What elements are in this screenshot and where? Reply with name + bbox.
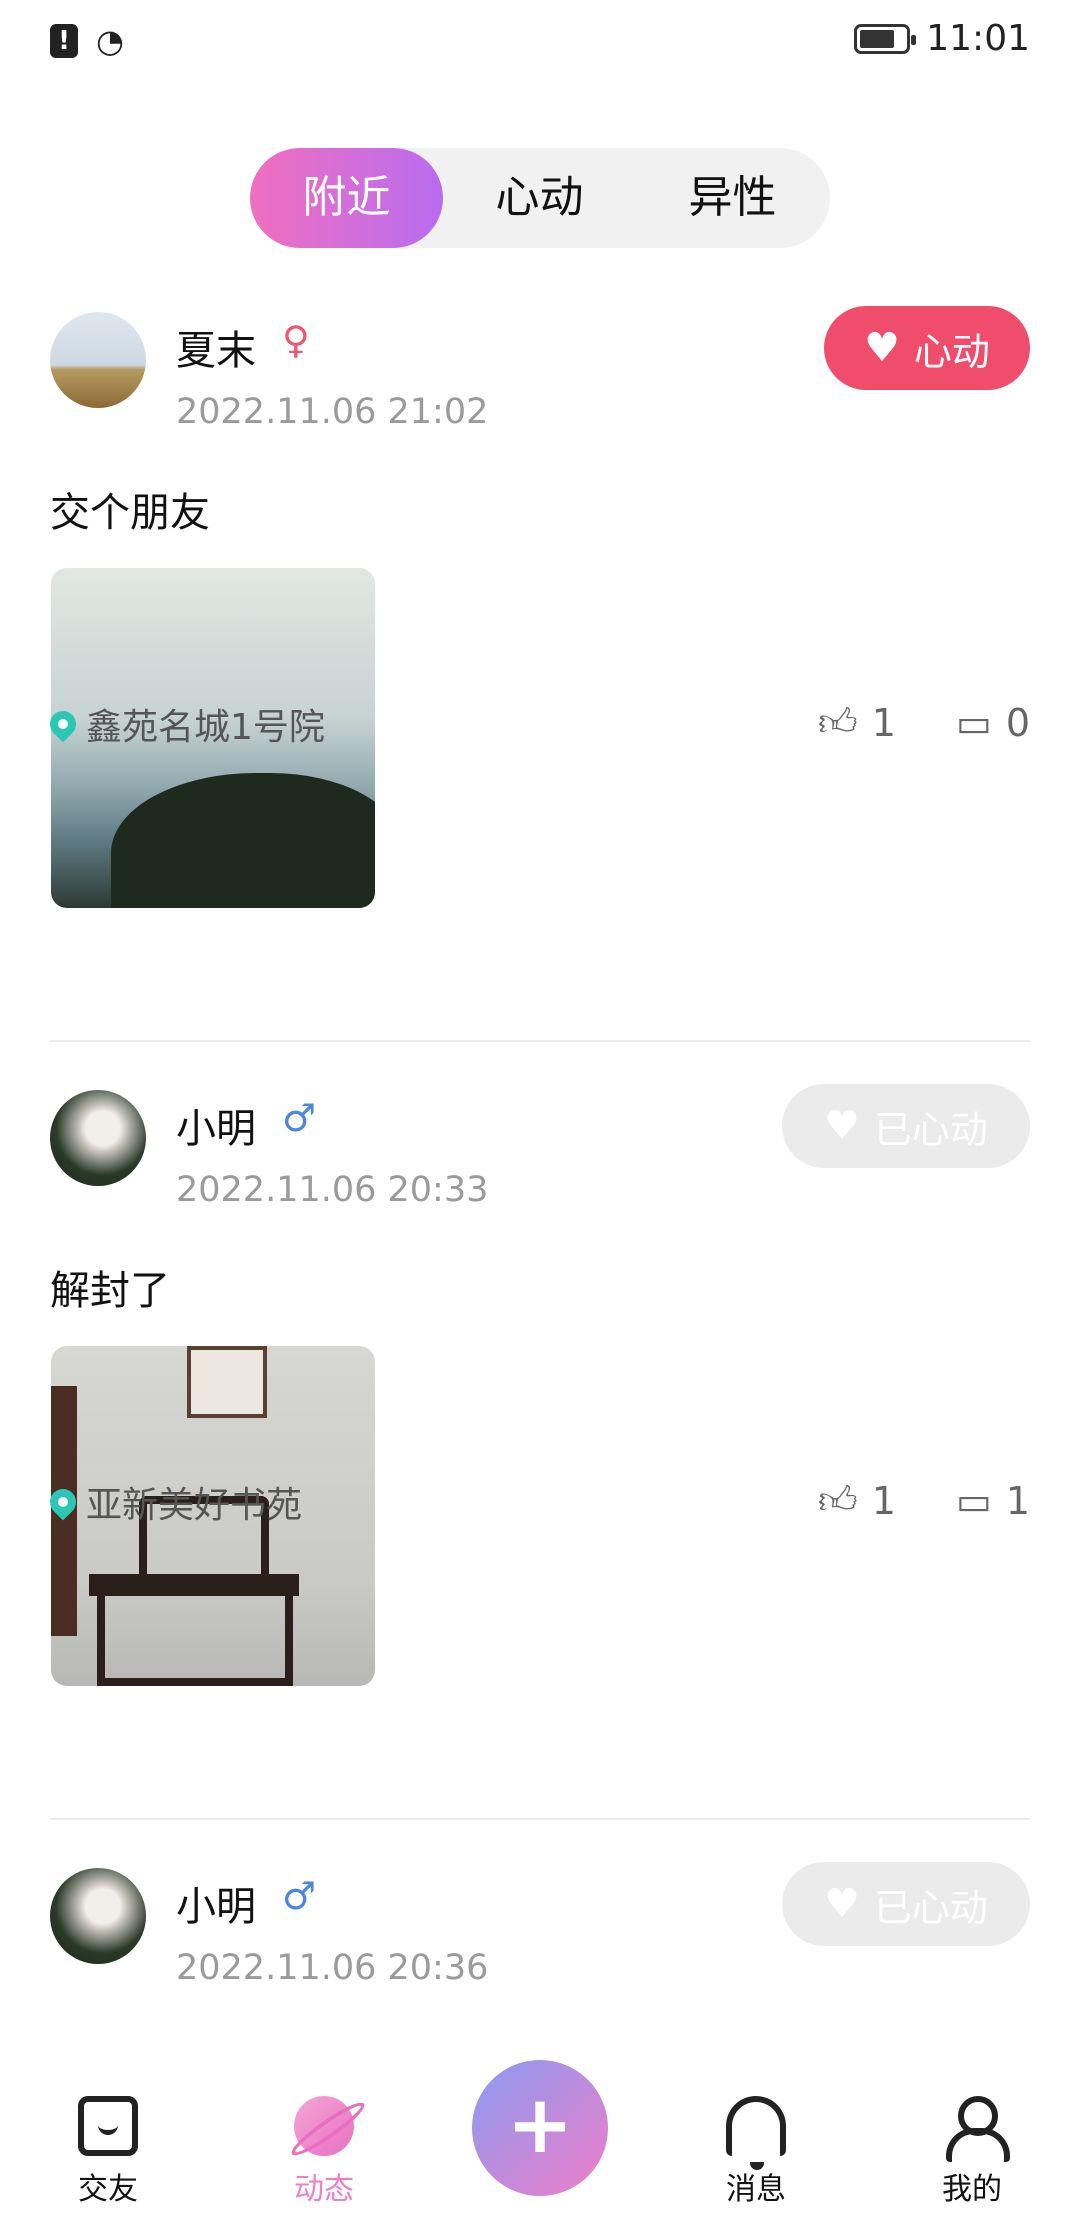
comment-count: 0 [1005, 701, 1030, 745]
post-time: 2022.11.06 20:33 [176, 1170, 489, 1210]
comment-icon: ▭ [955, 701, 992, 745]
user-name[interactable]: 小明 [176, 1874, 256, 1932]
heart-icon: ♥ [864, 325, 900, 371]
male-icon: ♂ [282, 1874, 317, 1918]
post-location[interactable]: 鑫苑名城1号院 [44, 698, 325, 750]
heart-icon: ♥ [824, 1103, 860, 1149]
location-text: 鑫苑名城1号院 [86, 707, 325, 748]
location-pin-icon [44, 1483, 82, 1521]
tab-heartbeat[interactable]: 心动 [443, 148, 636, 248]
avatar[interactable] [50, 312, 146, 408]
status-time: 11:01 [926, 18, 1030, 59]
alert-icon: ! [50, 24, 78, 58]
nav-label: 我的 [942, 2172, 1002, 2207]
nav-item-me[interactable]: 我的 [902, 2096, 1042, 2208]
tab-nearby[interactable]: 附近 [250, 148, 443, 248]
user-name[interactable]: 夏末 [176, 318, 256, 376]
battery-icon [854, 23, 917, 54]
nav-item-moments[interactable]: 动态 [254, 2096, 394, 2208]
female-icon: ♀ [282, 318, 310, 362]
nav-label: 动态 [294, 2172, 354, 2207]
thumbs-up-icon: 👍︎ [818, 700, 858, 744]
location-pin-icon [44, 705, 82, 743]
comment-count: 1 [1005, 1479, 1030, 1523]
comment-action[interactable]: ▭ 1 [956, 1479, 1030, 1523]
like-count: 1 [871, 1479, 896, 1523]
status-left: ! ◔ [50, 22, 124, 60]
location-text: 亚新美好书苑 [86, 1485, 303, 1526]
chat-icon [78, 2096, 138, 2156]
like-action[interactable]: 👍︎ 1 [818, 1478, 896, 1524]
like-action[interactable]: 👍︎ 1 [818, 700, 896, 746]
user-name[interactable]: 小明 [176, 1096, 256, 1154]
divider [50, 1818, 1030, 1820]
create-post-button[interactable]: + [472, 2060, 608, 2196]
nav-item-messages[interactable]: 消息 [686, 2096, 826, 2208]
heartbeat-button-label: 心动 [913, 329, 990, 374]
post-text: 解封了 [50, 1268, 170, 1314]
thumbs-up-icon: 👍︎ [818, 1478, 858, 1522]
heartbeat-button[interactable]: ♥ 已心动 [782, 1084, 1030, 1168]
avatar[interactable] [50, 1868, 146, 1964]
feed-tabs: 附近 心动 异性 [250, 148, 830, 248]
heartbeat-button[interactable]: ♥ 已心动 [782, 1862, 1030, 1946]
nav-label: 交友 [78, 2172, 138, 2207]
status-right: 11:01 [854, 18, 1030, 59]
male-icon: ♂ [282, 1096, 317, 1140]
post-stats: 👍︎ 1 ▭ 1 [818, 1478, 1030, 1524]
post-location[interactable]: 亚新美好书苑 [44, 1476, 303, 1528]
post-stats: 👍︎ 1 ▭ 0 [818, 700, 1030, 746]
user-icon [942, 2096, 1010, 2162]
heartbeat-button[interactable]: ♥ 心动 [824, 306, 1030, 390]
comment-action[interactable]: ▭ 0 [956, 701, 1030, 745]
status-bar: ! ◔ 11:01 [0, 0, 1080, 80]
post-time: 2022.11.06 20:36 [176, 1948, 489, 1988]
heartbeat-button-label: 已心动 [873, 1885, 988, 1930]
heartbeat-button-label: 已心动 [873, 1107, 988, 1152]
nav-label: 消息 [726, 2172, 786, 2207]
post-time: 2022.11.06 21:02 [176, 392, 489, 432]
avatar[interactable] [50, 1090, 146, 1186]
wifi-icon: ◔ [96, 22, 124, 60]
divider [50, 1040, 1030, 1042]
comment-icon: ▭ [955, 1479, 992, 1523]
like-count: 1 [871, 701, 896, 745]
plus-icon: + [506, 2078, 574, 2171]
planet-icon [294, 2096, 354, 2156]
tab-opposite-sex[interactable]: 异性 [636, 148, 829, 248]
heart-icon: ♥ [824, 1881, 860, 1927]
post-text: 交个朋友 [50, 490, 210, 536]
bell-icon [726, 2096, 786, 2170]
nav-item-friends[interactable]: 交友 [38, 2096, 178, 2208]
